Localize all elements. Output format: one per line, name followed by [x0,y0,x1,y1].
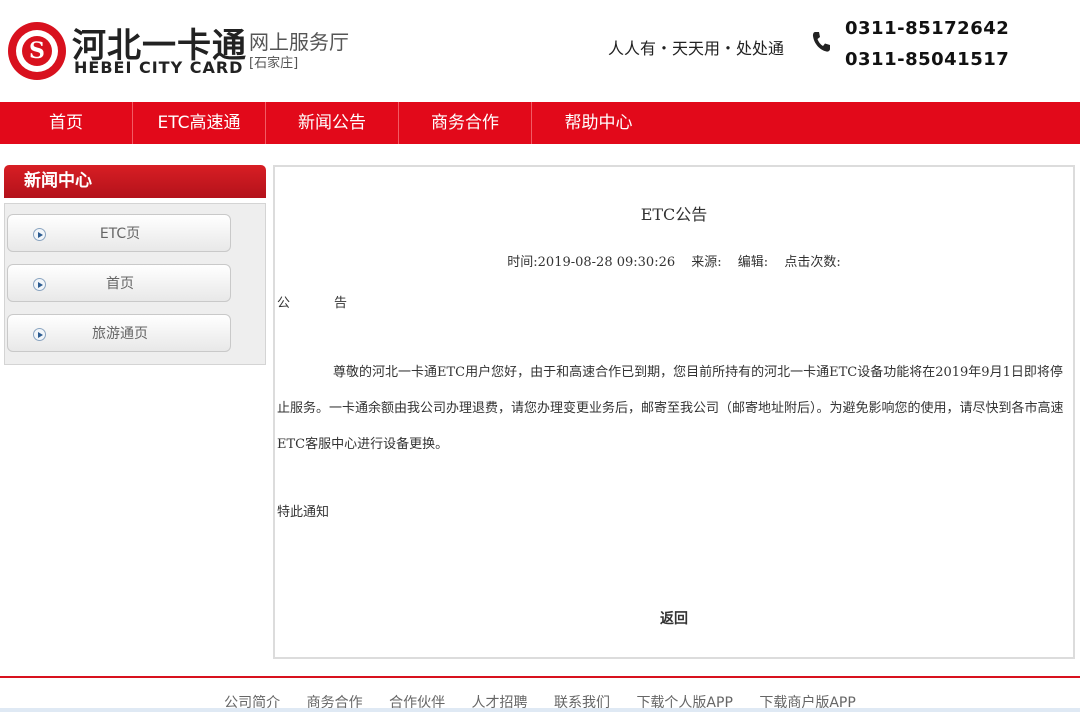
article-sign: 特此通知 [277,505,330,520]
article-source: 来源: [691,255,722,270]
sidebar-item-label: 旅游通页 [92,326,148,342]
nav-item-help[interactable]: 帮助中心 [532,102,665,144]
sidebar-item-label: ETC页 [99,226,141,242]
article-heading-b: 告 [334,296,348,311]
logo-english-text[interactable]: HEBEI CITY CARD [74,58,243,77]
nav-item-home[interactable]: 首页 [0,102,133,144]
sidebar-item-etc[interactable]: ETC页 [7,214,231,252]
article-heading-a: 公 [277,296,291,311]
logo-icon[interactable]: S [8,22,66,80]
back-link[interactable]: 返回 [275,608,1073,628]
footer-divider [0,676,1080,678]
sidebar-title: 新闻中心 [4,165,266,198]
nav-item-business[interactable]: 商务合作 [399,102,532,144]
slogan: 人人有・天天用・处处通 [608,39,785,58]
article-meta: 时间:2019-08-28 09:30:26 来源: 编辑: 点击次数: [275,251,1073,270]
footer-bottom-bar [0,708,1080,712]
sidebar-item-home[interactable]: 首页 [7,264,231,302]
service-hall-title: 网上服务厅 [249,30,349,54]
article-panel: ETC公告 时间:2019-08-28 09:30:26 来源: 编辑: 点击次… [273,165,1075,659]
article-time: 时间:2019-08-28 09:30:26 [507,255,676,270]
article-heading: 公告 [277,292,347,311]
nav-item-etc[interactable]: ETC高速通 [133,102,266,144]
city-tag: [石家庄] [249,56,299,71]
nav-item-news[interactable]: 新闻公告 [266,102,399,144]
main-nav: 首页 ETC高速通 新闻公告 商务合作 帮助中心 [0,102,1080,144]
site-header: S 河北一卡通 HEBEI CITY CARD 网上服务厅 [石家庄] 人人有・… [0,0,1080,102]
article-body: 尊敬的河北一卡通ETC用户您好，由于和高速合作已到期，您目前所持有的河北一卡通E… [277,365,1064,452]
article-clicks: 点击次数: [784,255,841,270]
phone-number-2: 0311-85041517 [845,49,1010,70]
article-editor: 编辑: [737,255,769,270]
phone-number-1: 0311-85172642 [845,18,1010,39]
phone-icon [812,32,830,52]
sidebar-menu: ETC页 首页 旅游通页 [4,203,266,365]
article-title: ETC公告 [640,205,708,224]
sidebar: 新闻中心 ETC页 首页 旅游通页 [4,165,266,365]
sidebar-item-label: 首页 [106,276,134,292]
sidebar-item-travel[interactable]: 旅游通页 [7,314,231,352]
